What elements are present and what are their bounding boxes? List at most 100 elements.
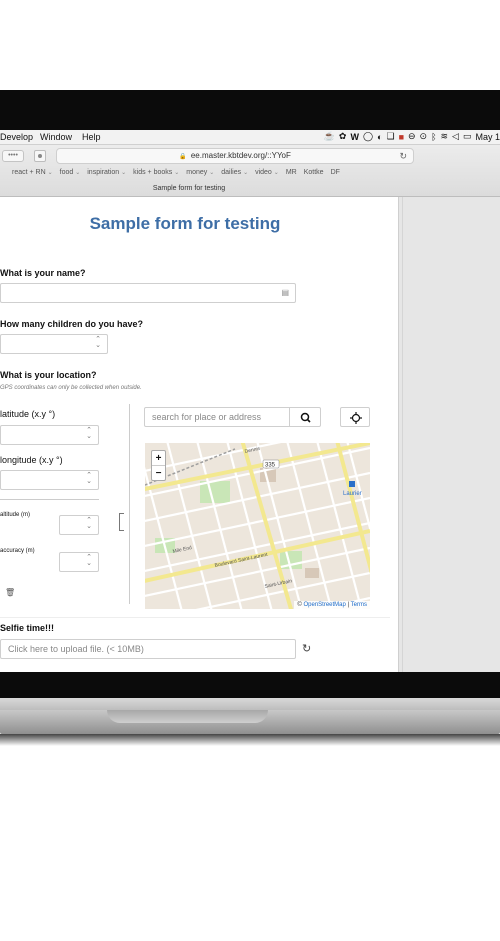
children-input[interactable]: ⌃ ⌄ [0, 334, 108, 354]
chevron-down-icon: ⌄ [47, 170, 53, 176]
bookmark-label: food [59, 169, 74, 176]
locate-me-button[interactable] [340, 407, 370, 427]
status-icon-7[interactable]: ■ [399, 132, 404, 142]
accuracy-input[interactable]: ⌃ ⌄ [59, 552, 99, 572]
status-icon-8[interactable]: ⊖ [408, 131, 416, 142]
map-search-button[interactable] [289, 407, 321, 427]
stepper-icon[interactable]: ⌃ ⌄ [86, 472, 92, 485]
bookmark-react-rn[interactable]: react + RN ⌄ [12, 169, 53, 181]
refresh-icon[interactable]: ↻ [302, 642, 311, 655]
altitude-input[interactable]: ⌃ ⌄ [59, 515, 99, 535]
chevron-down-icon: ⌄ [209, 170, 215, 176]
zoom-out-button[interactable]: − [152, 466, 165, 481]
chevron-down-icon: ⌄ [121, 170, 127, 176]
terms-link[interactable]: Terms [351, 602, 367, 608]
wifi-icon[interactable]: ≋ [441, 131, 449, 142]
bluetooth-icon[interactable]: ᛒ [431, 132, 436, 142]
copyright-symbol: © [297, 602, 302, 608]
laptop-shadow [0, 734, 500, 746]
location-map[interactable]: 335 Laurier Mile End Boulevard Saint-Lau… [145, 443, 370, 609]
menu-develop[interactable]: Develop [0, 132, 33, 142]
bookmark-label: inspiration [87, 169, 120, 176]
side-panel [398, 197, 500, 672]
bookmark-label: kids + books [133, 169, 173, 176]
screen: Develop Window Help ☕ ✿ W ◯ ◐ ❏ ■ ⊖ ⊙ ᛒ … [0, 130, 500, 672]
status-icon-5[interactable]: ◐ [377, 132, 382, 142]
battery-icon[interactable]: ▭ [463, 131, 472, 142]
url-text: ee.master.kbtdev.org/::YYoF [190, 151, 291, 160]
screen-bezel-top [0, 90, 500, 132]
status-icon-2[interactable]: ✿ [339, 131, 347, 142]
menubar-status-area: ☕ ✿ W ◯ ◐ ❏ ■ ⊖ ⊙ ᛒ ≋ ◁ ▭ May 1 [324, 131, 500, 142]
map-zoom-control: + − [151, 450, 166, 481]
contact-card-icon: ▤ [281, 288, 289, 297]
laptop-hinge [0, 698, 500, 710]
macos-menubar: Develop Window Help ☕ ✿ W ◯ ◐ ❏ ■ ⊖ ⊙ ᛒ … [0, 130, 500, 145]
section-divider [0, 617, 390, 618]
back-forward-icon[interactable]: •••• [2, 150, 24, 162]
map-route-label: 335 [265, 463, 276, 469]
lock-icon: 🔒 [179, 154, 187, 160]
bookmark-label: react + RN [12, 169, 46, 176]
sidebar-toggle-icon[interactable] [34, 150, 46, 162]
volume-icon[interactable]: ◁ [452, 131, 459, 142]
bookmark-kottke[interactable]: Kottke [304, 169, 324, 181]
location-hint: GPS coordinates can only be collected wh… [0, 385, 142, 391]
tab-title[interactable]: Sample form for testing [0, 182, 378, 196]
bookmark-df[interactable]: DF [331, 169, 340, 181]
laptop-frame: Develop Window Help ☕ ✿ W ◯ ◐ ❏ ■ ⊖ ⊙ ᛒ … [0, 0, 500, 941]
chevron-down-icon: ⌄ [75, 170, 81, 176]
page-content: Sample form for testing What is your nam… [0, 197, 398, 672]
bookmarks-bar: react + RN ⌄ food ⌄ inspiration ⌄ kids +… [12, 169, 340, 181]
latitude-input[interactable]: ⌃ ⌄ [0, 425, 99, 445]
map-tiles[interactable]: 335 Laurier Mile End Boulevard Saint-Lau… [145, 443, 370, 609]
screen-bezel-bottom [0, 672, 500, 698]
bracket-decoration [119, 513, 124, 531]
chevron-down-icon: ⌄ [174, 170, 180, 176]
trash-icon[interactable]: 🗑 [5, 588, 15, 597]
bookmark-label: money [186, 169, 208, 176]
openstreetmap-link[interactable]: OpenStreetMap [304, 602, 346, 608]
bookmark-food[interactable]: food ⌄ [60, 169, 81, 181]
address-bar[interactable]: 🔒 ee.master.kbtdev.org/::YYoF ↻ [56, 148, 414, 164]
zoom-in-button[interactable]: + [152, 451, 165, 466]
stepper-icon[interactable]: ⌃ ⌄ [95, 336, 101, 349]
search-icon [300, 412, 311, 423]
children-question: How many children do you have? [0, 319, 144, 329]
status-icon-1[interactable]: ☕ [324, 131, 335, 142]
bookmark-kids-books[interactable]: kids + books ⌄ [133, 169, 179, 181]
map-search-input[interactable]: search for place or address [144, 407, 290, 427]
file-upload-input[interactable]: Click here to upload file. (< 10MB) [0, 639, 296, 659]
reload-icon[interactable]: ↻ [399, 149, 407, 163]
bookmark-dailies[interactable]: dailies ⌄ [221, 169, 248, 181]
accuracy-label: accuracy (m) [0, 548, 35, 554]
location-question: What is your location? [0, 370, 97, 380]
bookmark-video[interactable]: video ⌄ [255, 169, 279, 181]
bookmark-label: video [255, 169, 272, 176]
longitude-input[interactable]: ⌃ ⌄ [0, 470, 99, 490]
bookmark-inspiration[interactable]: inspiration ⌄ [87, 169, 126, 181]
name-input[interactable]: ▤ [0, 283, 296, 303]
menu-help[interactable]: Help [82, 132, 101, 142]
stepper-icon[interactable]: ⌃ ⌄ [86, 517, 92, 530]
status-icon-6[interactable]: ❏ [386, 131, 394, 142]
status-icon-9[interactable]: ⊙ [420, 131, 428, 142]
bookmark-label: dailies [221, 169, 242, 176]
name-question: What is your name? [0, 268, 86, 278]
selfie-question: Selfie time!!! [0, 623, 55, 633]
menu-window[interactable]: Window [40, 132, 72, 142]
altitude-label: altitude (m) [0, 512, 31, 518]
stepper-icon[interactable]: ⌃ ⌄ [86, 427, 92, 440]
stepper-icon[interactable]: ⌃ ⌄ [86, 554, 92, 567]
chevron-down-icon: ⌄ [243, 170, 249, 176]
bookmark-mr[interactable]: MR [286, 169, 297, 181]
bookmark-money[interactable]: money ⌄ [186, 169, 214, 181]
status-icon-4[interactable]: ◯ [363, 131, 373, 142]
location-divider [0, 499, 99, 500]
latitude-label: latitude (x.y °) [0, 409, 56, 419]
laptop-notch [107, 710, 268, 723]
clock-date[interactable]: May 1 [475, 132, 500, 142]
location-column-divider [129, 404, 130, 604]
status-icon-3[interactable]: W [350, 132, 359, 142]
browser-toolbar: •••• 🔒 ee.master.kbtdev.org/::YYoF ↻ rea… [0, 145, 500, 197]
